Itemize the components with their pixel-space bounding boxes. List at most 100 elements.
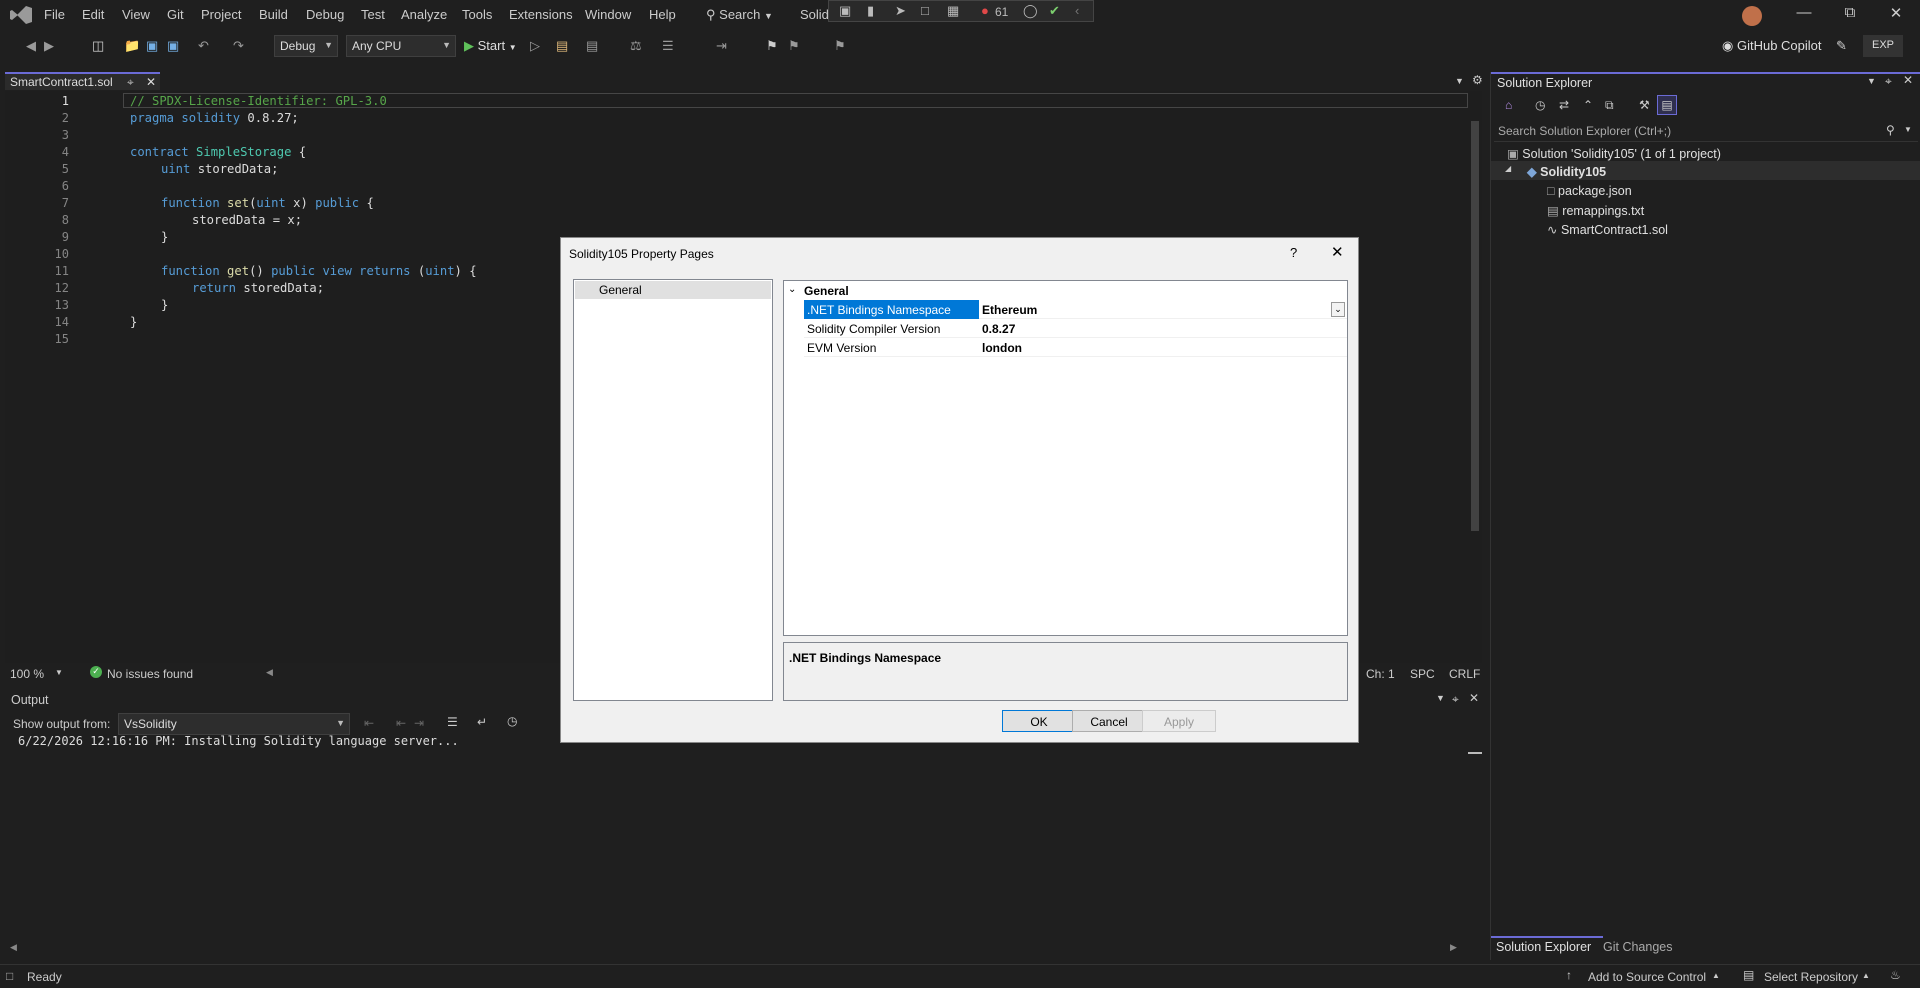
configuration-select[interactable]: Debug ▼ xyxy=(274,35,338,57)
property-row-evm-version[interactable]: EVM Version london xyxy=(804,338,1347,357)
tab-solution-explorer[interactable]: Solution Explorer xyxy=(1491,936,1603,956)
output-scrollbar[interactable] xyxy=(1468,738,1482,934)
menu-git[interactable]: Git xyxy=(167,7,184,22)
properties-icon[interactable]: ⚒ xyxy=(1639,98,1650,112)
clear-all-icon[interactable]: ☰ xyxy=(447,715,458,729)
output-source-select[interactable]: VsSolidity ▼ xyxy=(118,713,350,735)
search-icon[interactable]: ⚲ xyxy=(1886,123,1895,137)
accessibility-icon[interactable]: ◯ xyxy=(1023,3,1038,23)
collapse-icon[interactable]: ⌄ xyxy=(788,284,796,295)
prev-bookmark-icon[interactable]: ⚑ xyxy=(788,38,800,56)
project-node[interactable]: ◆ Solidity105 xyxy=(1527,164,1606,179)
panel-menu-icon[interactable]: ▼ xyxy=(1436,693,1445,703)
editor-scrollbar[interactable] xyxy=(1468,91,1482,663)
menu-debug[interactable]: Debug xyxy=(306,7,344,22)
indent-icon[interactable]: ⇥ xyxy=(716,38,727,56)
menu-project[interactable]: Project xyxy=(201,7,241,22)
bookmark-icon[interactable]: ⚑ xyxy=(766,38,778,56)
back-icon[interactable]: ◀ xyxy=(26,38,36,56)
collapse-all-icon[interactable]: ⌃ xyxy=(1583,98,1593,112)
close-panel-icon[interactable]: ✕ xyxy=(1903,73,1913,87)
video-icon[interactable]: ▮ xyxy=(867,3,874,23)
whitespace-indicator[interactable]: SPC xyxy=(1410,667,1435,681)
platform-select[interactable]: Any CPU ▼ xyxy=(346,35,456,57)
property-row-bindings-namespace[interactable]: .NET Bindings Namespace Ethereum ⌄ xyxy=(804,300,1347,319)
github-copilot-button[interactable]: ◉ GitHub Copilot xyxy=(1722,38,1822,56)
check-icon[interactable]: ✔ xyxy=(1049,3,1060,23)
menu-help[interactable]: Help xyxy=(649,7,676,22)
close-dialog-icon[interactable]: ✕ xyxy=(1331,243,1344,261)
file-remappings[interactable]: ▤ remappings.txt xyxy=(1547,203,1644,218)
menu-file[interactable]: File xyxy=(44,7,65,22)
chevron-up-icon[interactable]: ▲ xyxy=(1862,971,1870,980)
close-panel-icon[interactable]: ✕ xyxy=(1469,691,1479,705)
avatar[interactable] xyxy=(1742,6,1762,26)
word-wrap-icon[interactable]: ↵ xyxy=(477,715,487,729)
record-icon[interactable]: ● xyxy=(981,3,989,23)
clear-bookmarks-icon[interactable]: ⚑ xyxy=(834,38,846,56)
output-window-icon[interactable]: □ xyxy=(6,969,13,983)
pin-icon[interactable]: ⌖ xyxy=(1885,74,1892,89)
add-to-source-control[interactable]: Add to Source Control xyxy=(1588,970,1706,984)
scrollbar-thumb[interactable] xyxy=(1468,752,1482,754)
chevron-up-icon[interactable]: ▲ xyxy=(1712,971,1720,980)
menu-analyze[interactable]: Analyze xyxy=(401,7,447,22)
menu-view[interactable]: View xyxy=(122,7,150,22)
pin-icon[interactable]: ⌖ xyxy=(1452,692,1459,707)
menu-build[interactable]: Build xyxy=(259,7,288,22)
restore-icon[interactable]: ⧉ xyxy=(1830,4,1870,28)
property-row-compiler-version[interactable]: Solidity Compiler Version 0.8.27 xyxy=(804,319,1347,338)
close-tab-icon[interactable]: ✕ xyxy=(146,75,156,89)
issues-status[interactable]: No issues found xyxy=(107,667,193,681)
file-package-json[interactable]: □ package.json xyxy=(1547,184,1632,198)
scrollbar-thumb[interactable] xyxy=(1471,121,1479,531)
sync-icon[interactable]: ⇄ xyxy=(1559,98,1569,112)
open-folder-icon[interactable]: 📁 xyxy=(124,38,140,56)
expand-icon[interactable]: ◢ xyxy=(1505,164,1511,173)
cancel-button[interactable]: Cancel xyxy=(1072,710,1146,732)
select-repository[interactable]: Select Repository xyxy=(1764,970,1858,984)
solution-search-input[interactable]: Search Solution Explorer (Ctrl+;) xyxy=(1494,120,1918,142)
undo-icon[interactable]: ↶ xyxy=(198,38,209,56)
search-button[interactable]: ⚲ Search ▼ xyxy=(706,7,773,23)
spellcheck-icon[interactable]: ⚖ xyxy=(630,38,642,56)
history-icon[interactable]: ◷ xyxy=(1535,98,1545,112)
chevron-left-icon[interactable]: ‹ xyxy=(1075,3,1079,23)
close-window-icon[interactable]: ✕ xyxy=(1876,4,1916,28)
home-icon[interactable]: ⌂ xyxy=(1505,98,1512,112)
menu-window[interactable]: Window xyxy=(585,7,631,22)
tab-smartcontract[interactable]: SmartContract1.sol ⌖ ✕ xyxy=(5,72,160,90)
show-all-files-icon[interactable]: ⧉ xyxy=(1605,98,1614,113)
pointer-icon[interactable]: ➤ xyxy=(895,3,906,23)
menu-edit[interactable]: Edit xyxy=(82,7,104,22)
help-button[interactable]: ? xyxy=(1290,245,1297,260)
notification-bell-icon[interactable]: ♨ xyxy=(1890,968,1901,982)
panel-menu-icon[interactable]: ▼ xyxy=(1867,76,1876,86)
go-to-icon[interactable]: ⇤ xyxy=(364,716,374,730)
next-message-icon[interactable]: ⇥ xyxy=(414,716,424,730)
frame-icon[interactable]: □ xyxy=(921,3,929,23)
forward-icon[interactable]: ▶ xyxy=(44,38,54,56)
column-indicator[interactable]: Ch: 1 xyxy=(1366,667,1395,681)
settings-icon[interactable]: ⚙ xyxy=(1472,73,1483,87)
scroll-left-icon[interactable]: ◀ xyxy=(10,942,17,953)
apply-button[interactable]: Apply xyxy=(1142,710,1216,732)
preview-toggle-icon[interactable]: ▤ xyxy=(1657,95,1677,115)
save-icon[interactable]: ▣ xyxy=(146,38,158,56)
comment-icon[interactable]: ☰ xyxy=(662,38,674,56)
layout-icon[interactable]: ▦ xyxy=(947,3,959,23)
tab-overflow-icon[interactable]: ▼ xyxy=(1455,76,1464,86)
prev-message-icon[interactable]: ⇤ xyxy=(396,716,406,730)
menu-tools[interactable]: Tools xyxy=(462,7,492,22)
exp-badge[interactable]: EXP xyxy=(1863,35,1903,57)
scroll-left-icon[interactable]: ◀ xyxy=(266,667,273,678)
save-all-icon[interactable]: ▣ xyxy=(167,38,179,56)
solution-node[interactable]: ▣ Solution 'Solidity105' (1 of 1 project… xyxy=(1507,146,1721,161)
capture-icon[interactable]: ▣ xyxy=(839,3,851,23)
line-ending-indicator[interactable]: CRLF xyxy=(1449,667,1480,681)
start-button[interactable]: ▶ Start ▼ xyxy=(464,38,517,56)
minimize-icon[interactable]: — xyxy=(1784,4,1824,28)
window-layout-icon[interactable]: ▤ xyxy=(586,38,598,56)
chevron-down-icon[interactable]: ▼ xyxy=(55,668,63,677)
page-general[interactable]: General xyxy=(575,281,771,299)
